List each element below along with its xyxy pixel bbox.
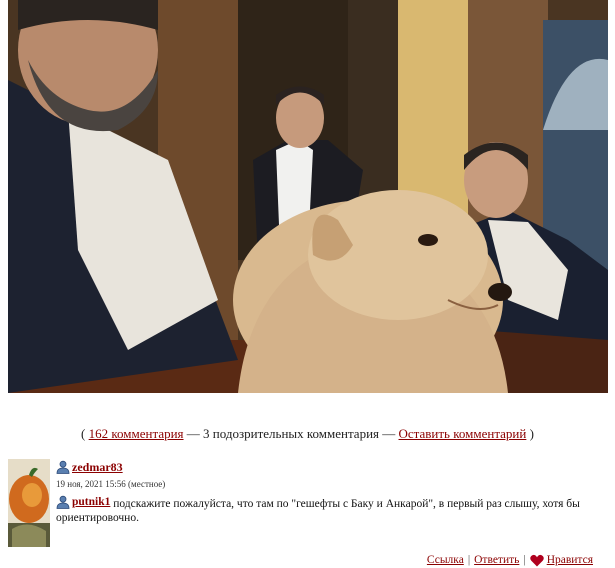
comment-author-link[interactable]: zedmar83	[72, 460, 123, 475]
leave-comment-link[interactable]: Оставить комментарий	[399, 426, 527, 441]
userpic-image	[8, 459, 50, 547]
comment-body: zedmar83 19 ноя, 2021 15:56 (местное) pu…	[56, 459, 606, 525]
post-photo	[8, 0, 608, 393]
reply-to-user: putnik1	[56, 495, 110, 509]
reply-button[interactable]: Ответить	[474, 554, 519, 566]
user-icon[interactable]	[56, 495, 70, 509]
comment-actions: Ссылка | Ответить | Нравится	[427, 553, 593, 567]
comments-summary: ( 162 комментария — 3 подозрительных ком…	[0, 426, 615, 442]
comment-message: подскажите пожалуйста, что там по "гешеф…	[56, 498, 580, 524]
user-icon[interactable]	[56, 460, 70, 474]
comment-text: putnik1 подскажите пожалуйста, что там п…	[56, 495, 606, 525]
photo-illustration	[8, 0, 608, 393]
separator: |	[467, 554, 471, 566]
suspicious-comments-text: — 3 подозрительных комментария —	[186, 426, 396, 441]
like-button[interactable]: Нравится	[547, 554, 593, 566]
comments-count-link[interactable]: 162 комментария	[89, 426, 184, 441]
separator: |	[523, 554, 526, 566]
comment-link-button[interactable]: Ссылка	[427, 554, 464, 566]
comment-date: 19 ноя, 2021 15:56 (местное)	[56, 479, 166, 489]
heart-icon[interactable]	[529, 554, 544, 567]
comment-author: zedmar83	[56, 459, 606, 475]
reply-to-user-link[interactable]: putnik1	[72, 495, 110, 509]
comment: zedmar83 19 ноя, 2021 15:56 (местное) pu…	[8, 459, 608, 547]
summary-open-paren: (	[81, 426, 86, 441]
commenter-userpic[interactable]	[8, 459, 50, 547]
summary-close-paren: )	[529, 426, 534, 441]
